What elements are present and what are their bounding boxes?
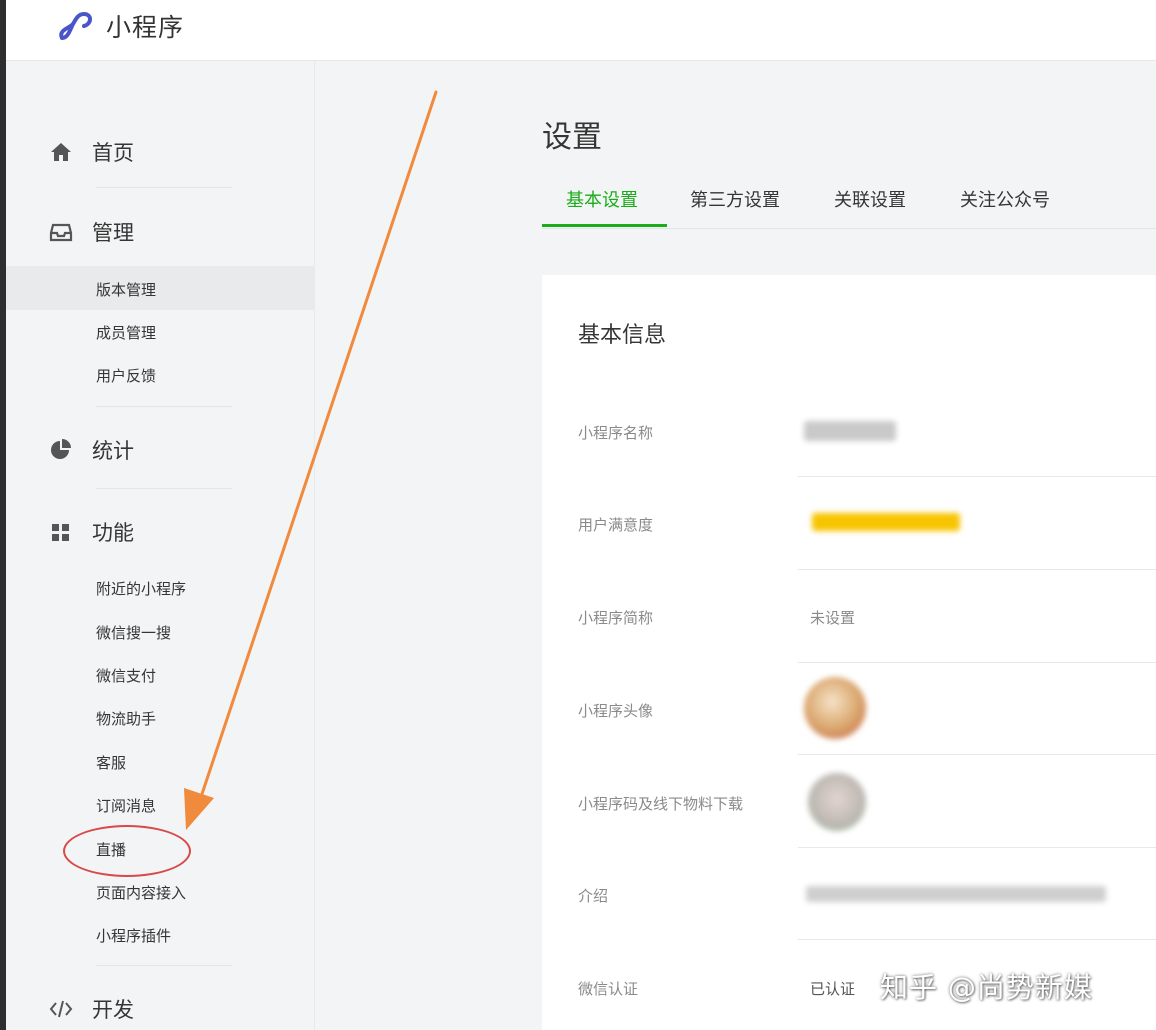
annotation-arrow-icon: [184, 90, 438, 830]
watermark: 知乎 @尚势新媒: [880, 971, 1093, 1004]
